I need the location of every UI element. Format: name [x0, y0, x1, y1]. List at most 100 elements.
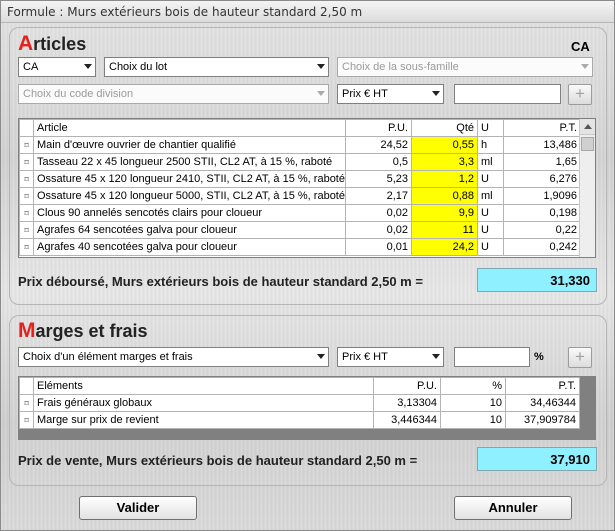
column-header-pt[interactable]: P.T. [505, 377, 580, 395]
qte-cell[interactable]: 9,9 [411, 204, 478, 222]
qte-cell[interactable]: 11 [411, 221, 478, 239]
column-header-qte[interactable]: Qté [411, 119, 478, 137]
marges-grid: Eléments P.U. % P.T. ⌑ Frais généraux gl… [18, 376, 596, 440]
element-cell[interactable]: Marge sur prix de revient [33, 411, 374, 429]
ca-label: CA [571, 39, 590, 54]
element-cell[interactable]: Frais généraux globaux [33, 394, 374, 412]
table-row[interactable]: ⌑ Agrafes 64 sencotées galva pour cloueu… [19, 221, 581, 239]
table-row[interactable]: ⌑ Ossature 45 x 120 longueur 5000, STII,… [19, 187, 581, 205]
pu-cell[interactable]: 0,02 [345, 204, 412, 222]
article-cell[interactable]: Clous 90 annelés sencotés clairs pour cl… [33, 204, 346, 222]
add-article-button[interactable]: + [568, 84, 592, 105]
article-cell[interactable]: Ossature 45 x 120 longueur 2410, STII, C… [33, 170, 346, 188]
row-indicator-icon[interactable]: ⌑ [19, 411, 34, 429]
article-cell[interactable]: Main d'œuvre ouvrier de chantier qualifi… [33, 136, 346, 154]
row-indicator-icon[interactable]: ⌑ [19, 187, 34, 205]
unit-cell[interactable]: U [477, 238, 504, 256]
chevron-down-icon [317, 354, 325, 359]
column-header-unit[interactable]: U [477, 119, 504, 137]
ca-select[interactable]: CA [18, 57, 96, 77]
pt-cell[interactable]: 6,276 [503, 170, 581, 188]
pt-cell[interactable]: 13,486 [503, 136, 581, 154]
article-cell[interactable]: Agrafes 64 sencotées galva pour cloueur [33, 221, 346, 239]
pt-cell[interactable]: 0,198 [503, 204, 581, 222]
price-input[interactable] [454, 84, 561, 104]
percent-cell[interactable]: 10 [440, 394, 506, 412]
subfamily-select[interactable]: Choix de la sous-famille [337, 57, 593, 77]
pt-cell[interactable]: 1,9096 [503, 187, 581, 205]
pu-cell[interactable]: 3,446344 [373, 411, 441, 429]
qte-cell[interactable]: 24,2 [411, 238, 478, 256]
table-row[interactable]: ⌑ Main d'œuvre ouvrier de chantier quali… [19, 136, 581, 154]
row-indicator-icon[interactable]: ⌑ [19, 153, 34, 171]
unit-cell[interactable]: U [477, 221, 504, 239]
table-row[interactable]: ⌑ Clous 90 annelés sencotés clairs pour … [19, 204, 581, 222]
percent-cell[interactable]: 10 [440, 411, 506, 429]
row-indicator-icon[interactable]: ⌑ [19, 221, 34, 239]
table-row[interactable]: ⌑ Marge sur prix de revient 3,446344 10 … [19, 411, 580, 429]
add-margin-button[interactable]: + [568, 347, 592, 368]
window-title: Formule : Murs extérieurs bois de hauteu… [1, 1, 614, 23]
article-cell[interactable]: Agrafes 40 sencotées galva pour cloueur [33, 238, 346, 256]
division-select[interactable]: Choix du code division [18, 84, 329, 104]
articles-scrollbar[interactable] [579, 119, 595, 257]
validate-button[interactable]: Valider [79, 496, 197, 520]
pt-cell[interactable]: 1,65 [503, 153, 581, 171]
unit-cell[interactable]: U [477, 204, 504, 222]
table-row[interactable]: ⌑ Ossature 45 x 120 longueur 2410, STII,… [19, 170, 581, 188]
marges-header-row: Eléments P.U. % P.T. [19, 377, 580, 395]
row-indicator-icon[interactable]: ⌑ [19, 204, 34, 222]
qte-cell[interactable]: 3,3 [411, 153, 478, 171]
column-header-percent[interactable]: % [440, 377, 506, 395]
pu-cell[interactable]: 0,02 [345, 221, 412, 239]
sale-total-value: 37,910 [477, 447, 597, 471]
row-indicator-icon[interactable]: ⌑ [19, 170, 34, 188]
column-header-pt[interactable]: P.T. [503, 119, 581, 137]
qte-cell[interactable]: 0,55 [411, 136, 478, 154]
scroll-up-icon[interactable] [580, 119, 595, 135]
qte-cell[interactable]: 1,2 [411, 170, 478, 188]
unit-cell[interactable]: ml [477, 187, 504, 205]
articles-header-row: Article P.U. Qté U P.T. [19, 119, 581, 137]
chevron-down-icon [432, 91, 440, 96]
cost-total-label: Prix déboursé, Murs extérieurs bois de h… [18, 274, 423, 289]
qte-cell[interactable]: 0,88 [411, 187, 478, 205]
percent-input[interactable] [454, 347, 530, 367]
pu-cell[interactable]: 0,01 [345, 238, 412, 256]
pu-cell[interactable]: 5,23 [345, 170, 412, 188]
pt-cell[interactable]: 37,909784 [505, 411, 580, 429]
unit-cell[interactable]: h [477, 136, 504, 154]
pu-cell[interactable]: 24,52 [345, 136, 412, 154]
unit-cell[interactable]: U [477, 170, 504, 188]
pt-cell[interactable]: 0,22 [503, 221, 581, 239]
article-cell[interactable]: Tasseau 22 x 45 longueur 2500 STII, CL2 … [33, 153, 346, 171]
pu-cell[interactable]: 0,5 [345, 153, 412, 171]
table-row[interactable]: ⌑ Tasseau 22 x 45 longueur 2500 STII, CL… [19, 153, 581, 171]
scroll-thumb[interactable] [581, 137, 594, 151]
margin-price-type-select[interactable]: Prix € HT [337, 347, 444, 367]
lot-select[interactable]: Choix du lot [104, 57, 329, 77]
article-cell[interactable]: Ossature 45 x 120 longueur 5000, STII, C… [33, 187, 346, 205]
price-type-select[interactable]: Prix € HT [337, 84, 444, 104]
cost-total-value: 31,330 [477, 268, 597, 292]
column-header-pu[interactable]: P.U. [373, 377, 441, 395]
pu-cell[interactable]: 2,17 [345, 187, 412, 205]
chevron-down-icon [317, 91, 325, 96]
column-header-element[interactable]: Eléments [33, 377, 374, 395]
row-indicator-icon[interactable]: ⌑ [19, 394, 34, 412]
row-indicator-icon[interactable]: ⌑ [19, 238, 34, 256]
chevron-down-icon [317, 64, 325, 69]
formula-window: Formule : Murs extérieurs bois de hauteu… [0, 0, 615, 531]
margin-element-select[interactable]: Choix d'un élément marges et frais [18, 347, 329, 367]
cancel-button[interactable]: Annuler [454, 496, 572, 520]
table-row[interactable]: ⌑ Frais généraux globaux 3,13304 10 34,4… [19, 394, 580, 412]
chevron-down-icon [84, 64, 92, 69]
pu-cell[interactable]: 3,13304 [373, 394, 441, 412]
unit-cell[interactable]: ml [477, 153, 504, 171]
row-indicator-icon[interactable]: ⌑ [19, 136, 34, 154]
column-header-article[interactable]: Article [33, 119, 346, 137]
pt-cell[interactable]: 0,242 [503, 238, 581, 256]
table-row[interactable]: ⌑ Agrafes 40 sencotées galva pour cloueu… [19, 238, 581, 256]
pt-cell[interactable]: 34,46344 [505, 394, 580, 412]
column-header-pu[interactable]: P.U. [345, 119, 412, 137]
